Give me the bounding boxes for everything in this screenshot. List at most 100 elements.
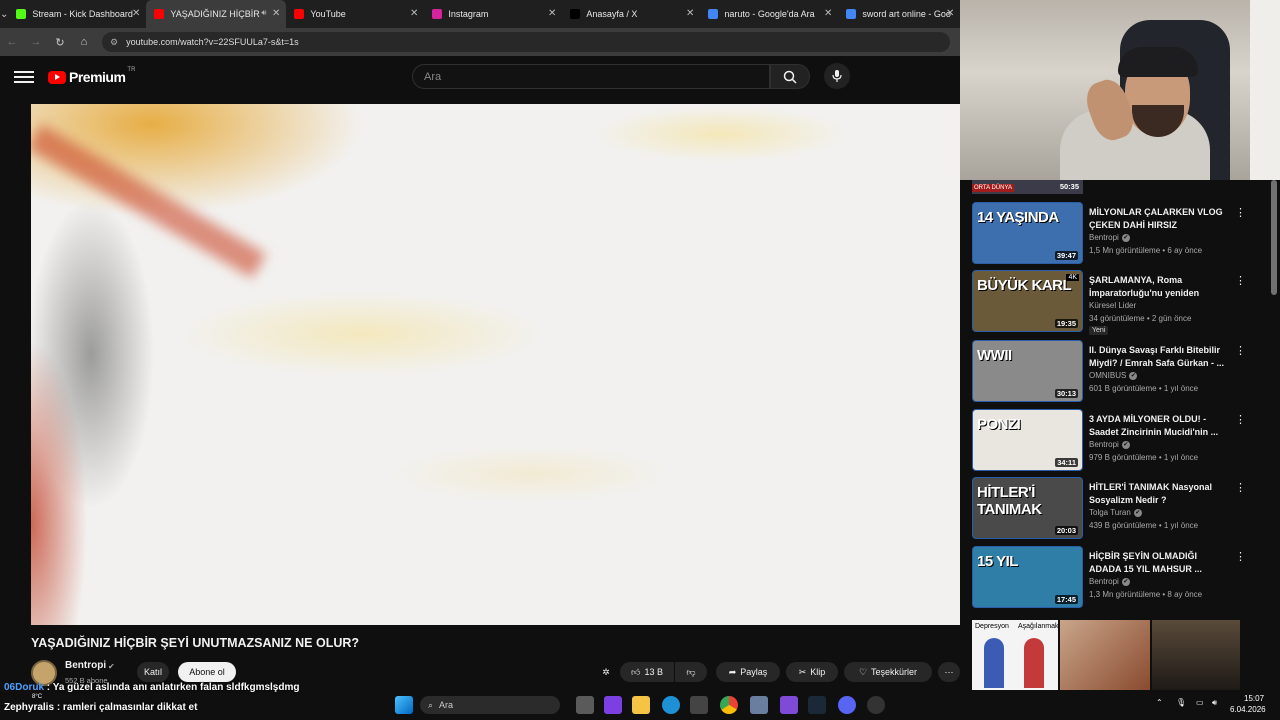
home-button[interactable]: ⌂ (72, 28, 96, 56)
video-thumbnail[interactable]: HİTLER'İ TANIMAK 20:03 (972, 477, 1083, 539)
clock-time[interactable]: 15:07 (1244, 694, 1264, 703)
settings-app-icon[interactable] (750, 696, 768, 714)
address-bar[interactable]: ⚙ youtube.com/watch?v=22SFUULa7-s&t=1s (102, 32, 950, 52)
volume-icon[interactable]: 🔊︎ (1212, 698, 1217, 708)
recommendation-channel[interactable]: OMNIBUS ✔ (1089, 371, 1138, 380)
more-vertical-icon[interactable]: ⋮ (1235, 413, 1246, 426)
more-vertical-icon[interactable]: ⋮ (1235, 550, 1246, 563)
recommendation-title[interactable]: 3 AYDA MİLYONER OLDU! - Saadet Zincirini… (1089, 413, 1225, 439)
recommendation-title[interactable]: II. Dünya Savaşı Farklı Bitebilir Miydi?… (1089, 344, 1225, 370)
close-tab-icon[interactable]: ✕ (946, 8, 954, 19)
video-thumbnail[interactable]: WWII 30:13 (972, 340, 1083, 402)
sidebar-scrollbar[interactable] (1271, 180, 1277, 295)
recommendation-channel[interactable]: Tolga Turan ✔ (1089, 508, 1142, 517)
youtube-icon (294, 9, 305, 19)
video-thumbnail[interactable]: 15 YIL 17:45 (972, 546, 1083, 608)
share-button[interactable]: ➦ Paylaş (716, 662, 780, 682)
discord-icon[interactable] (838, 696, 856, 714)
browser-tab[interactable]: YAŞADIĞINIZ HİÇBİR ✕ 🔊︎ (146, 0, 287, 28)
voice-search-button[interactable] (824, 63, 850, 89)
browser-tab[interactable]: Instagram ✕ (424, 0, 562, 28)
close-tab-icon[interactable]: ✕ (824, 8, 832, 19)
chevron-up-icon[interactable]: ⌃ (1156, 698, 1163, 707)
obs-icon[interactable] (867, 696, 885, 714)
hamburger-menu-icon[interactable] (14, 68, 34, 86)
clip-button[interactable]: ✂ Klip (786, 662, 838, 682)
recommendation-meta: 601 B görüntüleme • 1 yıl önce (1089, 384, 1199, 393)
task-view-icon[interactable] (576, 696, 594, 714)
edge-icon[interactable] (662, 696, 680, 714)
bottom-thumbnail-strip[interactable]: Depresyon Aşağılanmak (972, 620, 1240, 690)
video-thumbnail[interactable]: BÜYÜK KARL 4K 19:35 (972, 270, 1083, 332)
close-tab-icon[interactable]: ✕ (548, 8, 556, 19)
file-explorer-icon[interactable] (632, 696, 650, 714)
recommendation-channel[interactable]: Bentropi ✔ (1089, 440, 1130, 449)
recommendation-item[interactable]: 14 YAŞINDA 39:47 MİLYONLAR ÇALARKEN VLOG Ç… (972, 202, 1252, 266)
recommendation-item[interactable]: WWII 30:13 II. Dünya Savaşı Farklı Bitebil… (972, 340, 1252, 404)
recommendation-title[interactable]: HİTLER'İ TANIMAK Nasyonal Sosyalizm Nedi… (1089, 481, 1225, 507)
recommendation-item[interactable]: PONZI 34:11 3 AYDA MİLYONER OLDU! - Saadet… (972, 409, 1252, 473)
taskbar-search-box[interactable]: ⌕ Ara (420, 696, 560, 714)
browser-tab[interactable]: YouTube ✕ (286, 0, 424, 28)
network-icon[interactable]: ▭ (1196, 698, 1204, 707)
browser-tab[interactable]: naruto - Google'da Ara ✕ (700, 0, 838, 28)
recommendation-item[interactable]: 15 YIL 17:45 HİÇBİR ŞEYİN OLMADIĞI ADADA 1… (972, 546, 1252, 610)
more-actions-button[interactable]: ⋯ (938, 662, 960, 682)
video-thumbnail[interactable]: PONZI 34:11 (972, 409, 1083, 471)
microphone-icon[interactable]: 🎙︎ (1176, 698, 1186, 707)
store-icon[interactable] (690, 696, 708, 714)
video-thumbnail[interactable]: 14 YAŞINDA 39:47 (972, 202, 1083, 264)
search-input[interactable]: Ara (412, 64, 770, 89)
search-icon: ⌕ (428, 699, 434, 710)
close-tab-icon[interactable]: ✕ (132, 8, 140, 19)
more-vertical-icon[interactable]: ⋮ (1235, 274, 1246, 287)
join-button[interactable]: Katıl (137, 662, 169, 682)
search-button[interactable] (770, 64, 810, 89)
youtube-premium-logo[interactable]: Premium TR (48, 67, 135, 86)
more-vertical-icon[interactable]: ⋮ (1235, 344, 1246, 357)
reload-button[interactable]: ↻ (48, 28, 72, 56)
close-tab-icon[interactable]: ✕ (686, 8, 694, 19)
widgets-icon[interactable] (604, 696, 622, 714)
partial-recommendation-thumbnail[interactable]: ORTA DÜNYA 50:35 (972, 180, 1083, 194)
more-vertical-icon[interactable]: ⋮ (1235, 206, 1246, 219)
browser-tab-strip: ⌄ Stream - Kick Dashboard ✕ YAŞADIĞINIZ Hİ… (0, 0, 960, 28)
new-badge: Yeni (1089, 326, 1109, 335)
windows-start-icon[interactable] (395, 696, 413, 714)
more-vertical-icon[interactable]: ⋮ (1235, 481, 1246, 494)
remix-button[interactable]: ✲ (596, 662, 616, 682)
recommendation-item[interactable]: BÜYÜK KARL 4K 19:35 ŞARLAMANYA, Roma İmpara… (972, 270, 1252, 335)
channel-name[interactable]: Bentropi (65, 660, 106, 671)
recommendation-channel[interactable]: Bentropi ✔ (1089, 233, 1130, 242)
browser-tab[interactable]: Stream - Kick Dashboard ✕ (8, 0, 146, 28)
video-player[interactable] (31, 104, 960, 625)
browser-tab[interactable]: Anasayfa / X ✕ (562, 0, 700, 28)
tab-audio-icon[interactable]: 🔊︎ (261, 8, 266, 18)
tab-search-button[interactable]: ⌄ (0, 0, 8, 28)
tab-label: Stream - Kick Dashboard (32, 9, 133, 19)
recommendation-channel[interactable]: Bentropi ✔ (1089, 577, 1130, 586)
chrome-icon[interactable] (720, 696, 738, 714)
close-tab-icon[interactable]: ✕ (410, 8, 418, 19)
subscribe-button[interactable]: Abone ol (178, 662, 236, 682)
site-info-icon[interactable]: ⚙ (110, 37, 118, 48)
recommendation-title[interactable]: MİLYONLAR ÇALARKEN VLOG ÇEKEN DAHİ HIRSI… (1089, 206, 1225, 232)
app-icon[interactable] (780, 696, 798, 714)
close-tab-icon[interactable]: ✕ (272, 8, 280, 19)
forward-button[interactable]: → (24, 28, 48, 56)
steam-icon[interactable] (808, 696, 826, 714)
clock-date[interactable]: 6.04.2026 (1230, 705, 1266, 714)
recommendation-title[interactable]: ŞARLAMANYA, Roma İmparatorluğu'nu yenide… (1089, 274, 1225, 300)
recommendation-title[interactable]: HİÇBİR ŞEYİN OLMADIĞI ADADA 15 YIL MAHSU… (1089, 550, 1225, 576)
recommendation-channel[interactable]: Küresel Lider (1089, 301, 1136, 310)
channel-label: Bentropi (1089, 577, 1119, 586)
like-button[interactable]: 👍︎ 13 B (620, 662, 674, 682)
browser-tab[interactable]: sword art online - Goo ✕ (838, 0, 960, 28)
thanks-button[interactable]: ♡ Teşekkürler (844, 662, 932, 682)
recommendation-item[interactable]: HİTLER'İ TANIMAK 20:03 HİTLER'İ TANIMAK Na… (972, 477, 1252, 541)
verified-badge-icon: ✔ (108, 662, 115, 671)
dislike-button[interactable]: 👎︎ (675, 662, 707, 682)
recommendation-meta: 439 B görüntüleme • 1 yıl önce (1089, 521, 1199, 530)
back-button[interactable]: ← (0, 28, 24, 56)
youtube-icon (154, 9, 165, 19)
